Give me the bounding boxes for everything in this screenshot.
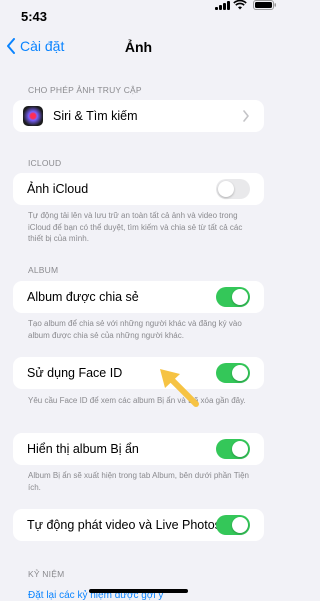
face-id-label: Sử dụng Face ID [27,366,123,380]
icloud-photos-row: Ảnh iCloud [13,173,264,205]
autoplay-toggle[interactable] [216,515,250,535]
cellular-signal-icon [215,1,231,10]
annotation-arrow-icon [160,369,199,407]
siri-icon [23,106,43,126]
icloud-photos-label: Ảnh iCloud [27,182,89,196]
hidden-album-toggle[interactable] [216,439,250,459]
section-header-icloud: ICLOUD [28,158,62,168]
siri-search-label: Siri & Tìm kiếm [53,109,138,123]
icloud-photos-toggle[interactable] [216,179,250,199]
face-id-row: Sử dụng Face ID [13,357,264,389]
wifi-icon [233,0,247,10]
page-title: Ảnh [124,39,153,55]
shared-album-toggle[interactable] [216,287,250,307]
autoplay-label: Tự động phát video và Live Photos [27,518,221,532]
home-indicator[interactable] [89,589,188,593]
clock: 5:43 [21,9,48,24]
hidden-album-label: Hiển thị album Bị ẩn [27,442,139,456]
hidden-album-footer: Album Bị ẩn sẽ xuất hiện trong tab Album… [28,471,249,492]
navigation-bar: Cài đặt Ảnh [0,30,277,64]
shared-album-label: Album được chia sẻ [27,290,139,304]
icloud-footer: Tự động tải lên và lưu trữ an toàn tất c… [28,211,243,243]
shared-album-row: Album được chia sẻ [13,281,264,313]
autoplay-row: Tự động phát video và Live Photos [13,509,264,541]
section-header-access: CHO PHÉP ẢNH TRUY CẬP [28,85,142,95]
face-id-footer: Yêu cầu Face ID để xem các album Bị ẩn v… [28,396,246,405]
shared-album-footer: Tạo album để chia sẻ với những người khá… [28,319,242,340]
siri-search-row[interactable]: Siri & Tìm kiếm [13,100,264,132]
face-id-toggle[interactable] [216,363,250,383]
hidden-album-row: Hiển thị album Bị ẩn [13,433,264,465]
battery-icon [253,0,276,10]
status-bar: 5:43 [0,0,277,30]
section-header-album: ALBUM [28,265,59,275]
section-header-memories: KỶ NIỆM [28,569,65,579]
chevron-right-icon [243,110,249,122]
